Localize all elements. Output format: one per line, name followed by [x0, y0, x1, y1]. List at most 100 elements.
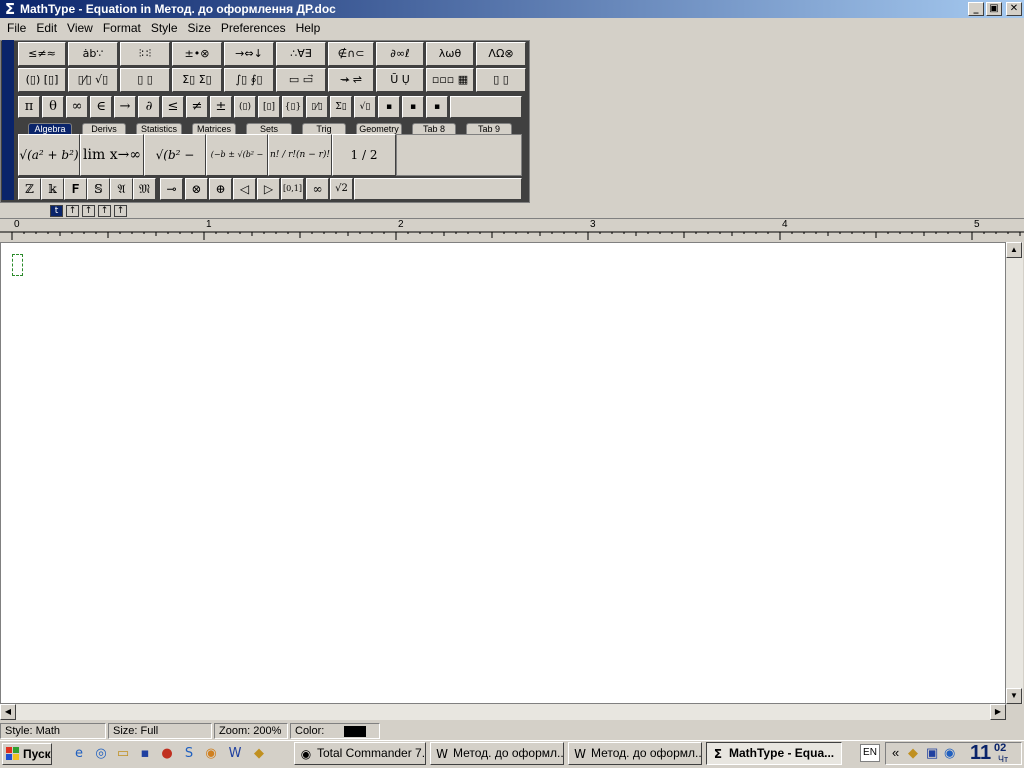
save-icon[interactable]: ▪ [136, 745, 154, 763]
symbol-bb-k[interactable]: 𝕜 [41, 178, 64, 200]
palette-spaces[interactable]: ȧb∵ [68, 42, 118, 66]
template-hypotenuse[interactable]: √(a² + b²) [18, 134, 80, 176]
symbol-right-arrow[interactable]: → [114, 96, 136, 118]
template-subscript[interactable]: ▪ [402, 96, 424, 118]
scroll-down-arrow-icon[interactable]: ▼ [1006, 688, 1022, 704]
menu-size[interactable]: Size [183, 21, 216, 35]
template-braces[interactable]: {▯} [282, 96, 304, 118]
menu-format[interactable]: Format [98, 21, 146, 35]
tray-network-icon[interactable]: ▣ [926, 745, 938, 761]
palette-matrices[interactable]: ▫▫▫ ▦ [426, 68, 474, 92]
scroll-right-arrow-icon[interactable]: ▶ [990, 704, 1006, 720]
minimize-button[interactable]: _ [968, 2, 984, 16]
mathtype-app-icon[interactable]: Σ [2, 1, 18, 17]
nudge-text-button[interactable]: t [50, 205, 63, 217]
template-brackets[interactable]: [▯] [258, 96, 280, 118]
template-parentheses[interactable]: (▯) [234, 96, 256, 118]
horizontal-scrollbar[interactable]: ◀ ▶ [0, 704, 1006, 720]
vertical-scrollbar[interactable]: ▲ ▼ [1006, 242, 1023, 704]
ruler[interactable]: 0 1 2 3 4 5 [0, 218, 1024, 240]
template-limit[interactable]: lim x→∞ [80, 134, 144, 176]
template-quadratic-formula[interactable]: (−b ± √(b² − 4ac)) / 2a [206, 134, 268, 176]
language-indicator[interactable]: EN [860, 744, 880, 762]
palette-fractions-radicals[interactable]: ▯⁄▯ √▯ [68, 68, 118, 92]
template-sub-superscript[interactable]: ▪ [426, 96, 448, 118]
menu-view[interactable]: View [62, 21, 98, 35]
nudge-up-4-button[interactable]: ↑ [114, 205, 127, 217]
outlook-icon[interactable]: ◎ [92, 745, 110, 763]
nudge-up-3-button[interactable]: ↑ [98, 205, 111, 217]
nudge-up-button[interactable]: ↑ [66, 205, 79, 217]
media-icon[interactable]: ● [158, 745, 176, 763]
palette-fences[interactable]: (▯) [▯] [18, 68, 66, 92]
player-icon[interactable]: ◉ [202, 745, 220, 763]
symbol-bb-s[interactable]: 𝕊 [87, 178, 110, 200]
palette-sets[interactable]: ∉∩⊂ [328, 42, 374, 66]
template-superscript[interactable]: ▪ [378, 96, 400, 118]
symbol-fraktur-a[interactable]: 𝔄 [110, 178, 133, 200]
palette-subscripts[interactable]: ▯ ▯ [120, 68, 170, 92]
scroll-up-arrow-icon[interactable]: ▲ [1006, 242, 1022, 258]
template-empty-slot[interactable] [396, 134, 522, 176]
symbol-interval[interactable]: [0,1] [281, 178, 304, 200]
symbol-plus-minus[interactable]: ± [210, 96, 232, 118]
palette-greek-upper[interactable]: ΛΩ⊗ [476, 42, 526, 66]
symbol-integers[interactable]: ℤ [18, 178, 41, 200]
symbol-less-equal[interactable]: ≤ [162, 96, 184, 118]
skype-icon[interactable]: S [180, 745, 198, 763]
folder-icon[interactable]: ▭ [114, 745, 132, 763]
symbol-pi[interactable]: π [18, 96, 40, 118]
palette-products[interactable]: Ū Ụ [376, 68, 424, 92]
symbol-empty-slot-2[interactable] [354, 178, 522, 200]
palette-bars[interactable]: ▭ ▭⃗ [276, 68, 326, 92]
palette-integrals[interactable]: ∫▯ ∮▯ [224, 68, 274, 92]
palette-summations[interactable]: Σ▯ Σ▯ [172, 68, 222, 92]
template-one-half[interactable]: 1 / 2 [332, 134, 396, 176]
symbol-fraktur-m[interactable]: 𝔐 [133, 178, 156, 200]
menu-file[interactable]: File [2, 21, 31, 35]
template-discriminant[interactable]: √(b² − 4ac) [144, 134, 206, 176]
symbol-partial[interactable]: ∂ [138, 96, 160, 118]
scroll-left-arrow-icon[interactable]: ◀ [0, 704, 16, 720]
tray-app-icon[interactable]: ◆ [908, 745, 918, 761]
tray-expand-icon[interactable]: « [892, 745, 899, 760]
template-radical[interactable]: √▯ [354, 96, 376, 118]
launcher-icon[interactable]: ◆ [250, 745, 268, 763]
template-fraction[interactable]: ▯⁄▯ [306, 96, 328, 118]
palette-boxes[interactable]: ▯ ▯ [476, 68, 526, 92]
word-icon[interactable]: W [226, 745, 244, 763]
task-word-doc-1[interactable]: W Метод. до оформл... [430, 742, 564, 765]
symbol-infinity[interactable]: ∞ [66, 96, 88, 118]
symbol-circled-plus[interactable]: ⊕ [209, 178, 232, 200]
menu-help[interactable]: Help [291, 21, 326, 35]
palette-grip[interactable] [2, 40, 14, 200]
symbol-multimap[interactable]: ⊸ [160, 178, 183, 200]
symbol-not-equal[interactable]: ≠ [186, 96, 208, 118]
symbol-element-of[interactable]: ∈ [90, 96, 112, 118]
task-total-commander[interactable]: ◉ Total Commander 7... [294, 742, 426, 765]
template-summation[interactable]: Σ▯ [330, 96, 352, 118]
palette-logic[interactable]: ∴∀∃ [276, 42, 326, 66]
palette-misc[interactable]: ∂∞ℓ [376, 42, 424, 66]
palette-operators[interactable]: ±•⊗ [172, 42, 222, 66]
task-mathtype[interactable]: Σ MathType - Equa... [706, 742, 842, 765]
symbol-right-triangle[interactable]: ▷ [257, 178, 280, 200]
symbol-left-triangle[interactable]: ◁ [233, 178, 256, 200]
tray-volume-icon[interactable]: ◉ [944, 745, 955, 761]
equation-editor-area[interactable] [0, 242, 1006, 704]
close-button[interactable]: ✕ [1006, 2, 1022, 16]
palette-labeled-arrows[interactable]: →̶ ⇌ [328, 68, 374, 92]
insertion-slot[interactable] [12, 254, 23, 276]
palette-greek-lower[interactable]: λωθ [426, 42, 474, 66]
symbol-circled-times[interactable]: ⊗ [185, 178, 208, 200]
palette-relations[interactable]: ≤≠≈ [18, 42, 66, 66]
menu-preferences[interactable]: Preferences [216, 21, 291, 35]
maximize-button[interactable]: ▣ [986, 2, 1002, 16]
template-combination[interactable]: n! / r!(n − r)! [268, 134, 332, 176]
ie-icon[interactable]: e [70, 745, 88, 763]
symbol-infinity-2[interactable]: ∞ [306, 178, 329, 200]
symbol-bold-f[interactable]: 𝐅 [64, 178, 87, 200]
task-word-doc-2[interactable]: W Метод. до оформл... [568, 742, 702, 765]
symbol-sqrt-two[interactable]: √2 [330, 178, 353, 200]
symbol-theta[interactable]: θ [42, 96, 64, 118]
